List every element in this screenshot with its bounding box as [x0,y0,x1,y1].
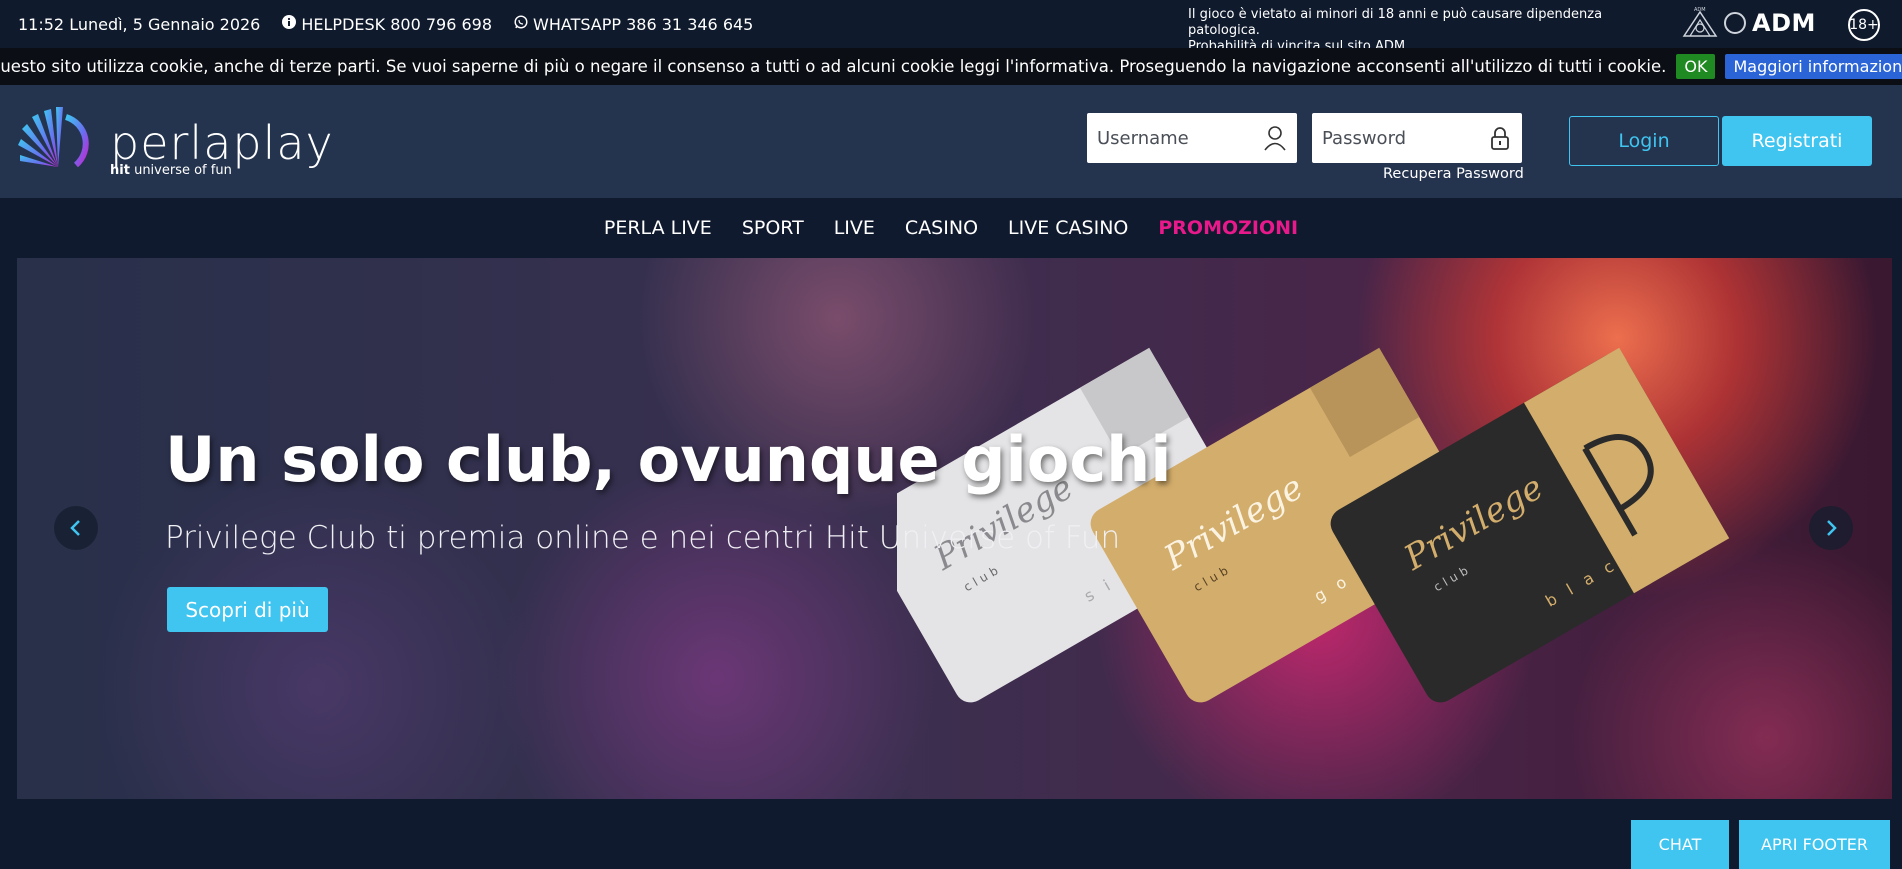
cookie-ok-button[interactable]: OK [1676,54,1716,79]
perlaplay-logo[interactable]: perlaplay hit universe of fun [18,105,398,178]
discover-more-button[interactable]: Scopri di più [167,587,328,632]
user-icon [1264,126,1286,151]
republic-seal-icon [1724,12,1746,34]
whatsapp-text: WHATSAPP 386 31 346 645 [533,14,754,34]
hero-subtitle: Privilege Club ti premia online e nei ce… [165,520,1121,556]
nav-item-sport[interactable]: SPORT [742,217,804,239]
datetime: 11:52 Lunedì, 5 Gennaio 2026 [18,15,260,34]
helpdesk-text: HELPDESK 800 796 698 [301,14,493,34]
whatsapp-icon [514,15,528,33]
nav-item-casino[interactable]: CASINO [905,217,978,239]
age-18-badge: 18+ [1848,9,1880,41]
slider-next-button[interactable] [1809,506,1853,550]
cookie-text: Questo sito utilizza cookie, anche di te… [0,57,1667,76]
nav-item-live-casino[interactable]: LIVE CASINO [1008,217,1128,239]
recover-password-link[interactable]: Recupera Password [1383,166,1524,182]
chat-button[interactable]: CHAT [1631,820,1729,869]
register-button[interactable]: Registrati [1722,116,1872,166]
adm-label: ADM [1752,9,1816,37]
main-nav: PERLA LIVE SPORT LIVE CASINO LIVE CASINO… [0,198,1902,258]
nav-item-promozioni[interactable]: PROMOZIONI [1158,217,1298,239]
datetime-text: 11:52 Lunedì, 5 Gennaio 2026 [18,14,261,34]
whatsapp-link[interactable]: WHATSAPP 386 31 346 645 [514,15,753,34]
logo-wordmark: perlaplay [110,116,334,170]
svg-text:ADM: ADM [1694,7,1706,13]
chevron-left-icon [70,520,80,536]
adm-logo[interactable]: ADM ADM [1680,6,1816,40]
nav-item-perla-live[interactable]: PERLA LIVE [604,217,712,239]
username-field[interactable] [1087,113,1297,163]
username-input[interactable] [1097,127,1263,149]
hero-slider: Privilege club silver Privilege club gol… [17,258,1892,799]
cookie-banner: Questo sito utilizza cookie, anche di te… [0,48,1902,85]
adm-emblem-icon: ADM [1682,7,1718,37]
logo-tagline-brand: hit [110,163,130,178]
slider-prev-button[interactable] [54,506,98,550]
password-input[interactable] [1322,127,1488,149]
password-field[interactable] [1312,113,1522,163]
logo-tagline-text: universe of fun [134,163,232,178]
nav-item-live[interactable]: LIVE [834,217,875,239]
lock-icon [1491,127,1509,150]
top-info-bar: 11:52 Lunedì, 5 Gennaio 2026 HELPDESK 80… [0,0,1902,54]
logo-fan-icon [18,107,89,168]
hero-title: Un solo club, ovunque giochi [165,423,1172,496]
chevron-right-icon [1827,520,1837,536]
logo-tagline: hit universe of fun [110,163,232,178]
legal-line-1: Il gioco è vietato ai minori di 18 anni … [1188,7,1603,38]
login-button[interactable]: Login [1569,116,1719,166]
cookie-more-info-button[interactable]: Maggiori informazioni [1725,54,1902,79]
open-footer-button[interactable]: APRI FOOTER [1739,820,1890,869]
helpdesk-link[interactable]: HELPDESK 800 796 698 [282,15,492,34]
info-icon [282,15,297,33]
